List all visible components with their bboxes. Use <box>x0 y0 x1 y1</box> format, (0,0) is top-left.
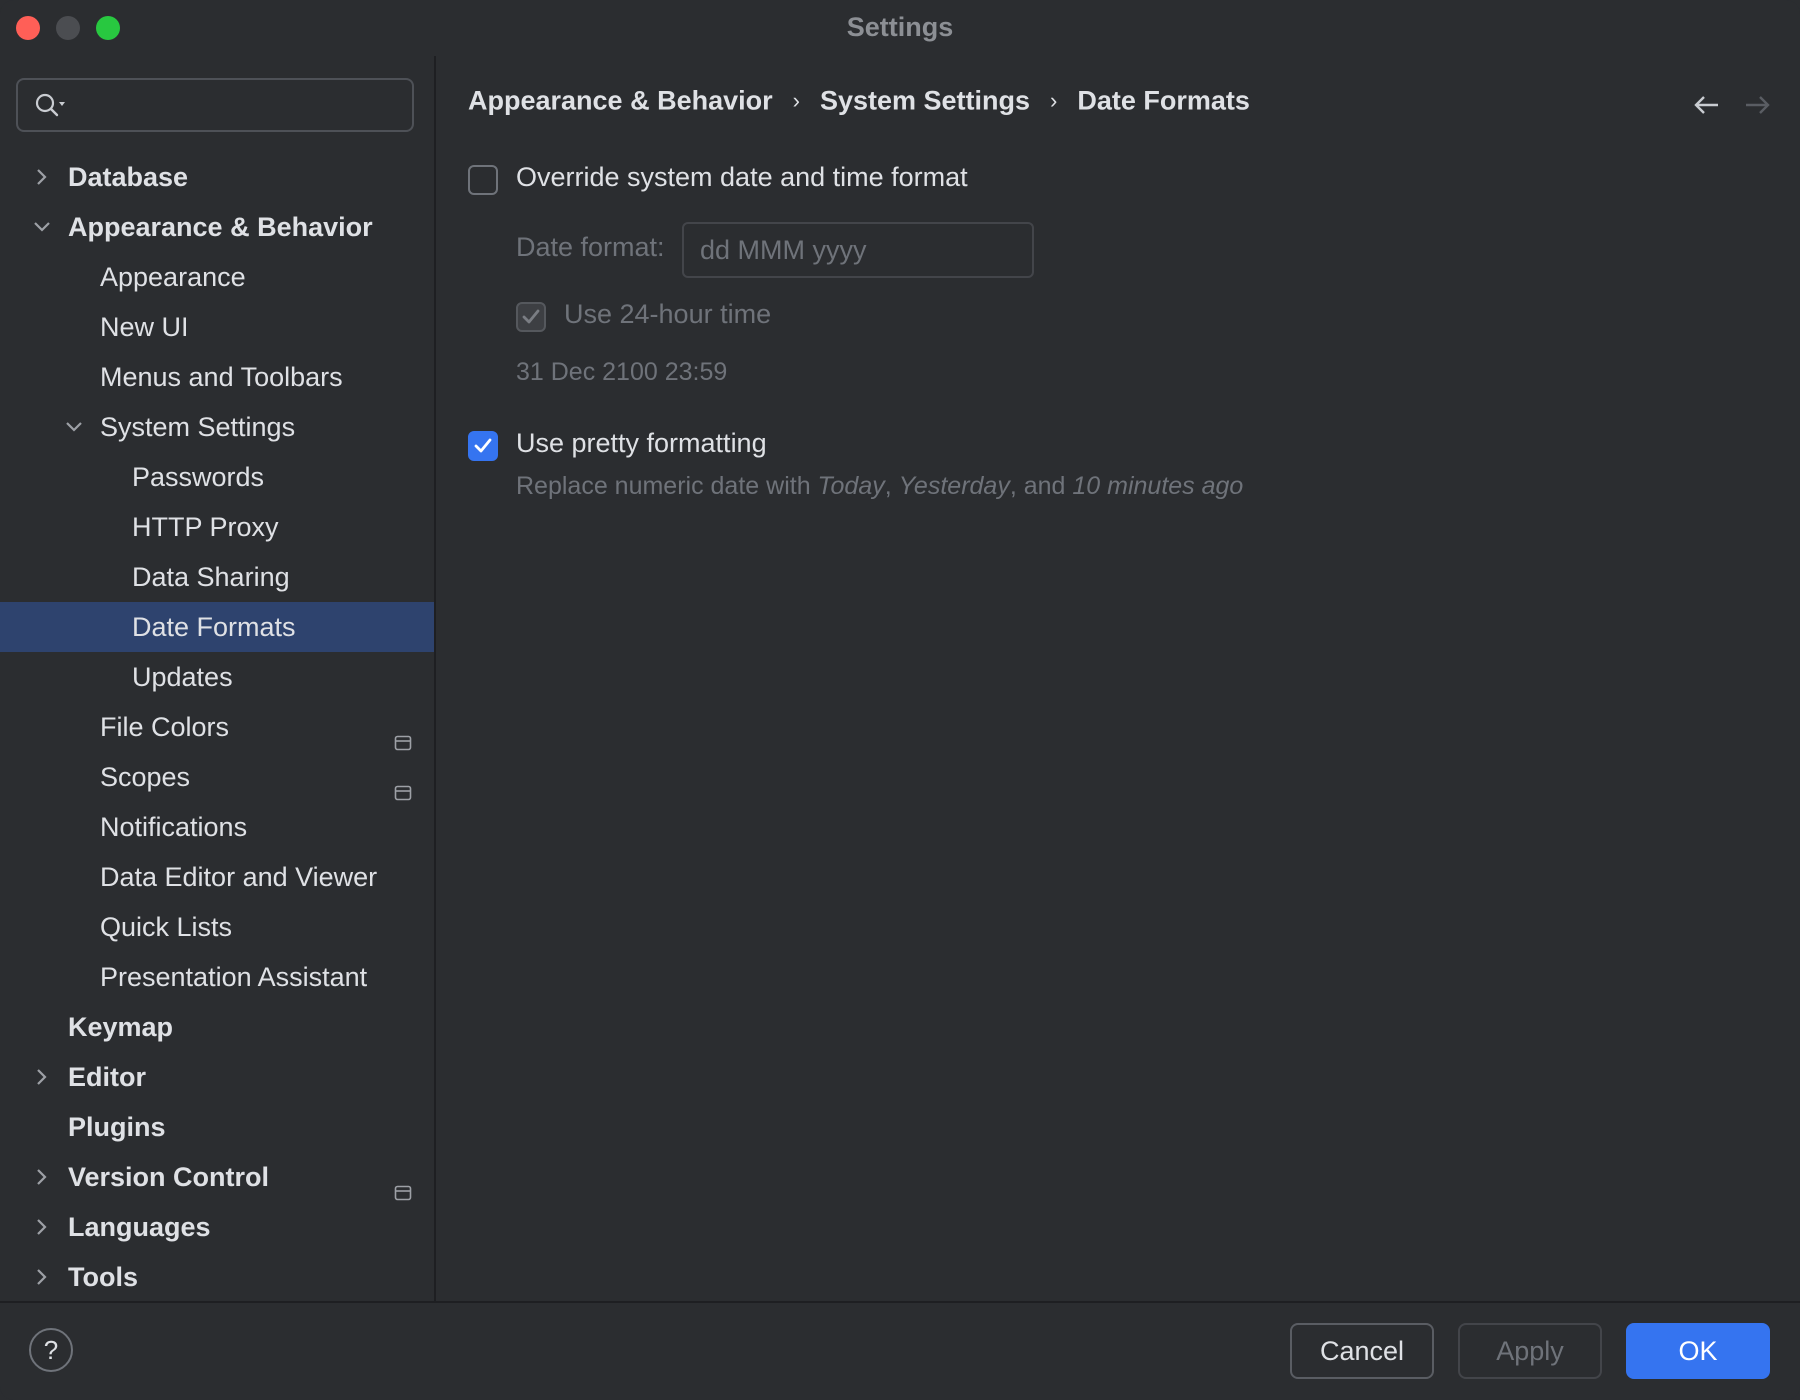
settings-sidebar: Database Appearance & Behavior Appearance N… <box>0 56 436 1301</box>
chevron-right-icon[interactable] <box>32 1152 56 1202</box>
dialog-footer: ? Cancel Apply OK <box>0 1301 1800 1400</box>
chevron-right-icon[interactable] <box>32 1252 56 1302</box>
sidebar-item-label: HTTP Proxy <box>132 512 279 542</box>
sidebar-item-label: Editor <box>68 1062 146 1092</box>
sidebar-item-label: Updates <box>132 662 233 692</box>
sidebar-item-database[interactable]: Database <box>0 152 434 202</box>
settings-content: Appearance & Behavior › System Settings › Da… <box>436 56 1800 1301</box>
breadcrumb-item-date-formats: Date Formats <box>1077 85 1250 116</box>
sidebar-item-data-sharing[interactable]: Data Sharing <box>0 552 434 602</box>
sidebar-item-label: Notifications <box>100 812 248 842</box>
sidebar-item-label: System Settings <box>100 412 296 442</box>
use-24-hour-label: Use 24-hour time <box>564 299 772 329</box>
chevron-right-icon[interactable] <box>32 1202 56 1252</box>
sidebar-item-notifications[interactable]: Notifications <box>0 802 434 852</box>
sidebar-item-label: Tools <box>68 1262 138 1292</box>
hint-separator: , <box>884 472 899 500</box>
sidebar-item-system-settings[interactable]: System Settings <box>0 402 434 452</box>
sidebar-item-appearance-and-behavior[interactable]: Appearance & Behavior <box>0 202 434 252</box>
sidebar-item-label: Keymap <box>68 1012 174 1042</box>
sidebar-item-label: Plugins <box>68 1112 166 1142</box>
window-title: Settings <box>846 12 954 42</box>
sidebar-item-label: New UI <box>100 312 189 342</box>
sidebar-item-label: Quick Lists <box>100 912 233 942</box>
sidebar-item-menus-and-toolbars[interactable]: Menus and Toolbars <box>0 352 434 402</box>
sidebar-item-new-ui[interactable]: New UI <box>0 302 434 352</box>
pretty-formatting-label: Use pretty formatting <box>516 428 767 458</box>
sidebar-item-plugins[interactable]: Plugins <box>0 1102 434 1152</box>
sidebar-item-label: Date Formats <box>132 612 296 642</box>
sidebar-item-keymap[interactable]: Keymap <box>0 1002 434 1052</box>
sidebar-item-file-colors[interactable]: File Colors <box>0 702 434 752</box>
help-button[interactable]: ? <box>29 1328 73 1372</box>
sidebar-item-presentation-assistant[interactable]: Presentation Assistant <box>0 952 434 1002</box>
hint-prefix: Replace numeric date with <box>516 472 818 500</box>
sidebar-item-date-formats[interactable]: Date Formats <box>0 602 434 652</box>
pretty-formatting-hint: Replace numeric date with Today, Yesterd… <box>516 472 1243 501</box>
sidebar-item-label: File Colors <box>100 712 230 742</box>
breadcrumb: Appearance & Behavior › System Settings › Da… <box>468 84 1250 124</box>
sidebar-item-editor[interactable]: Editor <box>0 1052 434 1102</box>
breadcrumb-separator: › <box>792 87 800 113</box>
chevron-down-icon[interactable] <box>64 402 88 452</box>
ok-button[interactable]: OK <box>1626 1323 1770 1379</box>
settings-tree: Database Appearance & Behavior Appearance N… <box>0 152 434 1302</box>
sidebar-item-http-proxy[interactable]: HTTP Proxy <box>0 502 434 552</box>
sidebar-item-label: Appearance & Behavior <box>68 212 373 242</box>
breadcrumb-item-system-settings[interactable]: System Settings <box>820 85 1030 115</box>
sidebar-item-tools[interactable]: Tools <box>0 1252 434 1302</box>
hint-today: Today <box>817 472 885 500</box>
date-preview-text: 31 Dec 2100 23:59 <box>516 358 728 386</box>
sidebar-item-appearance[interactable]: Appearance <box>0 252 434 302</box>
forward-arrow-icon[interactable] <box>1742 92 1772 123</box>
breadcrumb-item-appearance-and-behavior[interactable]: Appearance & Behavior <box>468 85 773 115</box>
hint-yesterday: Yesterday <box>898 472 1010 500</box>
sidebar-item-label: Data Sharing <box>132 562 290 592</box>
back-arrow-icon[interactable] <box>1692 92 1722 123</box>
sidebar-item-data-editor-and-viewer[interactable]: Data Editor and Viewer <box>0 852 434 902</box>
override-format-checkbox[interactable] <box>468 165 498 195</box>
sidebar-item-scopes[interactable]: Scopes <box>0 752 434 802</box>
sidebar-item-label: Languages <box>68 1212 211 1242</box>
sidebar-item-quick-lists[interactable]: Quick Lists <box>0 902 434 952</box>
sidebar-item-version-control[interactable]: Version Control <box>0 1152 434 1202</box>
hint-separator: , and <box>1009 472 1073 500</box>
sidebar-item-languages[interactable]: Languages <box>0 1202 434 1252</box>
sidebar-item-label: Appearance <box>100 262 246 292</box>
sidebar-item-label: Database <box>68 162 189 192</box>
sidebar-item-label: Passwords <box>132 462 265 492</box>
hint-minutes-ago: 10 minutes ago <box>1072 472 1244 500</box>
sidebar-item-label: Menus and Toolbars <box>100 362 343 392</box>
sidebar-item-label: Version Control <box>68 1162 270 1192</box>
apply-button[interactable]: Apply <box>1458 1323 1602 1379</box>
title-bar: Settings <box>0 0 1800 56</box>
chevron-right-icon[interactable] <box>32 1052 56 1102</box>
sidebar-item-label: Data Editor and Viewer <box>100 862 378 892</box>
breadcrumb-separator: › <box>1050 87 1058 113</box>
use-24-hour-checkbox[interactable] <box>516 302 546 332</box>
sidebar-item-label: Presentation Assistant <box>100 962 368 992</box>
override-format-label: Override system date and time format <box>516 162 968 192</box>
chevron-down-icon[interactable] <box>32 202 56 252</box>
pretty-formatting-checkbox[interactable] <box>468 431 498 461</box>
sidebar-item-label: Scopes <box>100 762 191 792</box>
cancel-button[interactable]: Cancel <box>1290 1323 1434 1379</box>
date-format-field[interactable]: dd MMM yyyy <box>682 222 1034 278</box>
sidebar-item-updates[interactable]: Updates <box>0 652 434 702</box>
sidebar-item-passwords[interactable]: Passwords <box>0 452 434 502</box>
settings-window: Settings Database Appearance & Behavior Ap… <box>0 0 1800 1400</box>
chevron-right-icon[interactable] <box>32 152 56 202</box>
search-input[interactable] <box>16 78 414 132</box>
date-format-label: Date format: <box>516 232 665 262</box>
